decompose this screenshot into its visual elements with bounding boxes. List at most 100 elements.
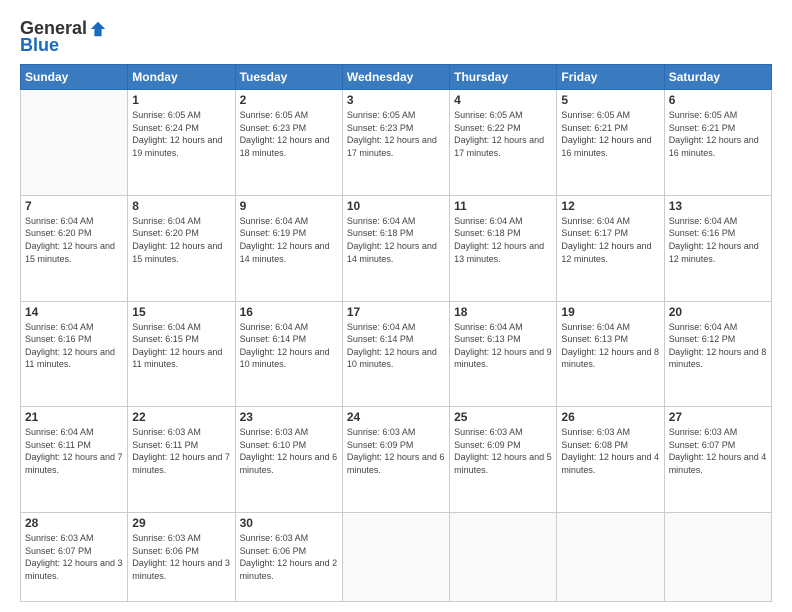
calendar-cell xyxy=(450,513,557,602)
day-number: 11 xyxy=(454,199,552,213)
day-number: 13 xyxy=(669,199,767,213)
calendar-cell: 25Sunrise: 6:03 AMSunset: 6:09 PMDayligh… xyxy=(450,407,557,513)
day-number: 26 xyxy=(561,410,659,424)
calendar-cell: 16 Sunrise: 6:04 AMSunset: 6:14 PMDayligh… xyxy=(235,301,342,407)
day-number: 27 xyxy=(669,410,767,424)
day-number: 9 xyxy=(240,199,338,213)
day-number: 4 xyxy=(454,93,552,107)
calendar-cell: 15Sunrise: 6:04 AMSunset: 6:15 PMDayligh… xyxy=(128,301,235,407)
calendar-cell: 10Sunrise: 6:04 AMSunset: 6:18 PMDayligh… xyxy=(342,195,449,301)
calendar-cell: 6Sunrise: 6:05 AMSunset: 6:21 PMDaylight… xyxy=(664,90,771,196)
day-number: 24 xyxy=(347,410,445,424)
day-number: 8 xyxy=(132,199,230,213)
day-info: Sunrise: 6:04 AMSunset: 6:20 PMDaylight:… xyxy=(132,215,230,265)
day-info: Sunrise: 6:04 AMSunset: 6:16 PMDaylight:… xyxy=(669,215,767,265)
day-info: Sunrise: 6:05 AMSunset: 6:22 PMDaylight:… xyxy=(454,109,552,159)
day-info: Sunrise: 6:03 AMSunset: 6:09 PMDaylight:… xyxy=(347,426,445,476)
calendar-cell: 17Sunrise: 6:04 AMSunset: 6:14 PMDayligh… xyxy=(342,301,449,407)
day-number: 2 xyxy=(240,93,338,107)
day-number: 18 xyxy=(454,305,552,319)
calendar-cell: 13 Sunrise: 6:04 AMSunset: 6:16 PMDayligh… xyxy=(664,195,771,301)
weekday-header-monday: Monday xyxy=(128,65,235,90)
calendar-cell: 23Sunrise: 6:03 AMSunset: 6:10 PMDayligh… xyxy=(235,407,342,513)
weekday-header-friday: Friday xyxy=(557,65,664,90)
day-info: Sunrise: 6:04 AMSunset: 6:14 PMDaylight:… xyxy=(240,321,338,371)
day-number: 12 xyxy=(561,199,659,213)
day-info: Sunrise: 6:05 AMSunset: 6:24 PMDaylight:… xyxy=(132,109,230,159)
day-number: 17 xyxy=(347,305,445,319)
calendar-cell xyxy=(664,513,771,602)
day-number: 22 xyxy=(132,410,230,424)
weekday-header-thursday: Thursday xyxy=(450,65,557,90)
calendar-cell: 9 Sunrise: 6:04 AMSunset: 6:19 PMDaylight… xyxy=(235,195,342,301)
day-number: 29 xyxy=(132,516,230,530)
day-number: 20 xyxy=(669,305,767,319)
week-row-1: 1 Sunrise: 6:05 AMSunset: 6:24 PMDaylight… xyxy=(21,90,772,196)
day-info: Sunrise: 6:04 AMSunset: 6:16 PMDaylight:… xyxy=(25,321,123,371)
logo-icon xyxy=(89,20,107,38)
day-info: Sunrise: 6:04 AMSunset: 6:13 PMDaylight:… xyxy=(561,321,659,371)
day-info: Sunrise: 6:04 AMSunset: 6:19 PMDaylight:… xyxy=(240,215,338,265)
calendar-cell: 28 Sunrise: 6:03 AMSunset: 6:07 PMDayligh… xyxy=(21,513,128,602)
day-info: Sunrise: 6:03 AMSunset: 6:08 PMDaylight:… xyxy=(561,426,659,476)
weekday-header-wednesday: Wednesday xyxy=(342,65,449,90)
calendar-cell xyxy=(21,90,128,196)
day-number: 5 xyxy=(561,93,659,107)
day-info: Sunrise: 6:03 AMSunset: 6:06 PMDaylight:… xyxy=(240,532,338,582)
calendar-cell: 4 Sunrise: 6:05 AMSunset: 6:22 PMDaylight… xyxy=(450,90,557,196)
header: General Blue xyxy=(20,18,772,56)
day-number: 6 xyxy=(669,93,767,107)
day-number: 14 xyxy=(25,305,123,319)
calendar-cell: 3 Sunrise: 6:05 AMSunset: 6:23 PMDaylight… xyxy=(342,90,449,196)
calendar-cell: 30Sunrise: 6:03 AMSunset: 6:06 PMDayligh… xyxy=(235,513,342,602)
calendar-cell: 29 Sunrise: 6:03 AMSunset: 6:06 PMDayligh… xyxy=(128,513,235,602)
day-number: 1 xyxy=(132,93,230,107)
calendar-cell: 27 Sunrise: 6:03 AMSunset: 6:07 PMDayligh… xyxy=(664,407,771,513)
day-info: Sunrise: 6:04 AMSunset: 6:11 PMDaylight:… xyxy=(25,426,123,476)
calendar-cell xyxy=(342,513,449,602)
weekday-header-row: SundayMondayTuesdayWednesdayThursdayFrid… xyxy=(21,65,772,90)
day-number: 21 xyxy=(25,410,123,424)
calendar-cell: 20Sunrise: 6:04 AMSunset: 6:12 PMDayligh… xyxy=(664,301,771,407)
day-number: 23 xyxy=(240,410,338,424)
day-number: 16 xyxy=(240,305,338,319)
calendar-table: SundayMondayTuesdayWednesdayThursdayFrid… xyxy=(20,64,772,602)
calendar-cell: 22 Sunrise: 6:03 AMSunset: 6:11 PMDayligh… xyxy=(128,407,235,513)
day-number: 10 xyxy=(347,199,445,213)
calendar-cell: 12 Sunrise: 6:04 AMSunset: 6:17 PMDayligh… xyxy=(557,195,664,301)
week-row-3: 14 Sunrise: 6:04 AMSunset: 6:16 PMDayligh… xyxy=(21,301,772,407)
calendar-cell: 18 Sunrise: 6:04 AMSunset: 6:13 PMDayligh… xyxy=(450,301,557,407)
calendar-cell: 14 Sunrise: 6:04 AMSunset: 6:16 PMDayligh… xyxy=(21,301,128,407)
day-info: Sunrise: 6:03 AMSunset: 6:09 PMDaylight:… xyxy=(454,426,552,476)
day-number: 19 xyxy=(561,305,659,319)
day-info: Sunrise: 6:04 AMSunset: 6:15 PMDaylight:… xyxy=(132,321,230,371)
day-info: Sunrise: 6:05 AMSunset: 6:21 PMDaylight:… xyxy=(561,109,659,159)
calendar-cell: 1 Sunrise: 6:05 AMSunset: 6:24 PMDaylight… xyxy=(128,90,235,196)
day-info: Sunrise: 6:05 AMSunset: 6:23 PMDaylight:… xyxy=(347,109,445,159)
calendar-cell xyxy=(557,513,664,602)
calendar-cell: 19 Sunrise: 6:04 AMSunset: 6:13 PMDayligh… xyxy=(557,301,664,407)
day-number: 3 xyxy=(347,93,445,107)
calendar-cell: 24 Sunrise: 6:03 AMSunset: 6:09 PMDayligh… xyxy=(342,407,449,513)
day-info: Sunrise: 6:03 AMSunset: 6:06 PMDaylight:… xyxy=(132,532,230,582)
calendar-cell: 21 Sunrise: 6:04 AMSunset: 6:11 PMDayligh… xyxy=(21,407,128,513)
day-info: Sunrise: 6:03 AMSunset: 6:07 PMDaylight:… xyxy=(25,532,123,582)
logo-blue: Blue xyxy=(20,35,59,56)
weekday-header-saturday: Saturday xyxy=(664,65,771,90)
day-info: Sunrise: 6:04 AMSunset: 6:17 PMDaylight:… xyxy=(561,215,659,265)
day-number: 7 xyxy=(25,199,123,213)
weekday-header-sunday: Sunday xyxy=(21,65,128,90)
week-row-5: 28 Sunrise: 6:03 AMSunset: 6:07 PMDayligh… xyxy=(21,513,772,602)
weekday-header-tuesday: Tuesday xyxy=(235,65,342,90)
logo: General Blue xyxy=(20,18,107,56)
calendar-cell: 11 Sunrise: 6:04 AMSunset: 6:18 PMDayligh… xyxy=(450,195,557,301)
day-info: Sunrise: 6:04 AMSunset: 6:13 PMDaylight:… xyxy=(454,321,552,371)
day-info: Sunrise: 6:03 AMSunset: 6:11 PMDaylight:… xyxy=(132,426,230,476)
day-info: Sunrise: 6:03 AMSunset: 6:07 PMDaylight:… xyxy=(669,426,767,476)
day-number: 28 xyxy=(25,516,123,530)
week-row-4: 21 Sunrise: 6:04 AMSunset: 6:11 PMDayligh… xyxy=(21,407,772,513)
calendar-cell: 7 Sunrise: 6:04 AMSunset: 6:20 PMDaylight… xyxy=(21,195,128,301)
week-row-2: 7 Sunrise: 6:04 AMSunset: 6:20 PMDaylight… xyxy=(21,195,772,301)
day-info: Sunrise: 6:04 AMSunset: 6:18 PMDaylight:… xyxy=(454,215,552,265)
day-info: Sunrise: 6:04 AMSunset: 6:20 PMDaylight:… xyxy=(25,215,123,265)
